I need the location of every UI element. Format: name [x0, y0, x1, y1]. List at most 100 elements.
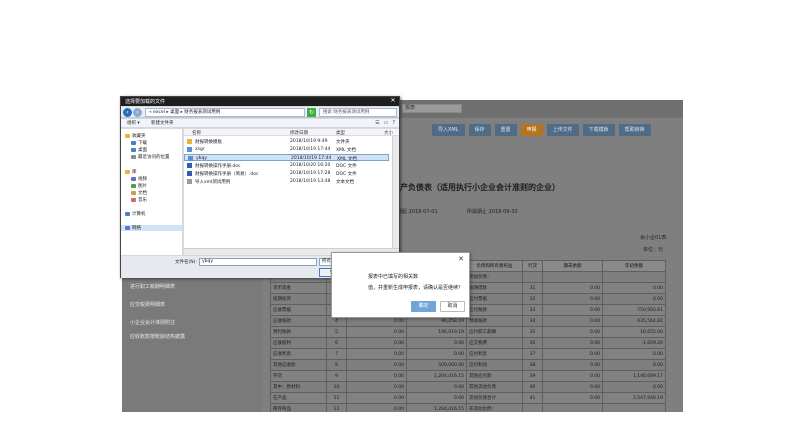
tree-item[interactable]: 网络 [121, 225, 182, 231]
amount-cell[interactable]: 0.00 [542, 392, 603, 404]
amount-cell[interactable] [602, 403, 666, 412]
amount-cell[interactable]: 106,019.19 [406, 326, 467, 338]
table-row: 预付账款 5 0.00 106,019.19 应付职工薪酬 35 0.00 16,655.00 [270, 326, 666, 338]
sidebar-item[interactable]: 应收账款按账龄结构披露 [130, 333, 185, 340]
refresh-icon[interactable]: ↻ [307, 108, 316, 117]
sidebar-item[interactable]: 进行职工薪酬明细表 [130, 283, 175, 290]
tree-item[interactable]: 文档 [131, 190, 147, 196]
table-cell: 应收账款 [270, 315, 327, 327]
close-icon[interactable]: ✕ [389, 98, 397, 105]
tree-item[interactable]: 计算机 [125, 211, 146, 217]
column-date[interactable]: 修改日期 [290, 130, 308, 136]
toolbar-button[interactable]: 下载模板 [582, 124, 615, 136]
folder-icon [131, 191, 136, 195]
amount-cell[interactable]: 0.00 [406, 348, 467, 360]
amount-cell[interactable]: 0.00 [346, 392, 407, 404]
tree-item[interactable]: 视频 [131, 176, 147, 182]
toolbar-button[interactable]: 保存 [468, 124, 491, 136]
amount-cell[interactable]: 0.00 [542, 293, 603, 305]
amount-cell[interactable]: 0.00 [602, 381, 666, 393]
address-bar[interactable]: « excel ▸ 桌面 ▸ 财务报表测试用例 [145, 108, 305, 117]
toolbar-button[interactable]: 重置 [494, 124, 517, 136]
amount-cell[interactable]: 0.00 [346, 337, 407, 349]
file-row[interactable]: 财报转换操作手册.doc 2018/10/20 16:20 DOC 文件 [184, 162, 389, 169]
amount-cell[interactable]: 0.00 [602, 282, 666, 294]
column-type[interactable]: 类型 [336, 130, 345, 136]
file-row[interactable]: xsgr 2018/10/19 17:44 XML 文档 [184, 146, 389, 153]
amount-cell[interactable]: 0.00 [406, 392, 467, 404]
amount-cell[interactable]: 0.00 [346, 359, 407, 371]
forward-arrow-icon[interactable]: › [133, 108, 142, 117]
file-row[interactable]: 导入xml测试用例 2018/10/19 13:48 文本文档 [184, 178, 389, 185]
amount-cell[interactable]: 0.00 [406, 381, 467, 393]
amount-cell[interactable]: 0.00 [346, 348, 407, 360]
preview-pane-icon[interactable]: ▭ [384, 120, 389, 126]
file-date: 2018/10/19 17:28 [290, 171, 331, 176]
confirm-cancel-button[interactable]: 取消 [440, 301, 465, 312]
file-name: 财报转换操作手册.doc [195, 164, 241, 169]
back-arrow-icon[interactable]: ‹ [123, 108, 132, 117]
amount-cell[interactable]: 0.00 [602, 359, 666, 371]
help-icon[interactable]: ? [392, 120, 395, 126]
amount-cell[interactable]: 635,564.81 [602, 315, 666, 327]
amount-cell[interactable]: 0.00 [542, 282, 603, 294]
organize-button[interactable]: 组织 ▾ [127, 120, 140, 126]
amount-cell[interactable]: 0.00 [542, 315, 603, 327]
tab-input[interactable]: 报表 [402, 104, 462, 113]
file-row[interactable]: 财报转换操作手册（简易）.doc 2018/10/19 17:28 DOC 文件 [184, 170, 389, 177]
search-input[interactable]: 搜索 财务报表测试用例 [319, 108, 397, 117]
amount-cell[interactable]: 2,547,940.19 [602, 392, 666, 404]
amount-cell[interactable]: 0.00 [542, 348, 603, 360]
amount-cell[interactable]: 1,146,699.17 [602, 370, 666, 382]
filename-label: 文件名(N): [175, 260, 197, 265]
amount-cell[interactable]: 0.00 [602, 293, 666, 305]
amount-cell[interactable]: 0.00 [542, 381, 603, 393]
toolbar-button[interactable]: 申报 [520, 124, 543, 136]
toolbar-button[interactable]: 上传文件 [546, 124, 579, 136]
amount-cell[interactable]: 0.00 [542, 370, 603, 382]
dialog-titlebar[interactable]: 选择要加载的文件 ✕ [121, 97, 399, 106]
file-row[interactable]: ybqy 2018/10/19 17:44 XML 文档 [184, 154, 389, 162]
tree-item[interactable]: 图片 [131, 183, 147, 189]
amount-cell[interactable]: 0.00 [346, 381, 407, 393]
tree-item[interactable]: 桌面 [131, 147, 147, 153]
navigation-tree: 收藏夹 下载 桌面 最近访问的位置库视频 图片 文档 音乐计算机网络 [121, 129, 183, 255]
amount-cell[interactable]: 1,204,416.15 [406, 403, 467, 412]
tree-item[interactable]: 下载 [131, 140, 147, 146]
file-row[interactable]: 财报转换模板 2018/10/19 9:49 文件夹 [184, 138, 389, 145]
table-row: 在产品 11 0.00 0.00 流动负债合计 41 0.00 2,547,940.19 [270, 392, 666, 404]
tree-item[interactable]: 收藏夹 [125, 133, 146, 139]
amount-cell[interactable]: 0.00 [346, 370, 407, 382]
close-icon[interactable]: ✕ [458, 256, 464, 263]
amount-cell[interactable]: -1,929.20 [602, 337, 666, 349]
amount-cell[interactable] [542, 403, 603, 412]
sidebar-item[interactable]: 小企业会计准则附注 [130, 319, 175, 326]
toolbar-button[interactable]: 帮助转换 [618, 124, 651, 136]
amount-cell[interactable]: 16,655.00 [602, 326, 666, 338]
vertical-scrollbar[interactable] [392, 136, 399, 248]
amount-cell[interactable] [602, 271, 666, 283]
amount-cell[interactable]: 0.00 [406, 337, 467, 349]
amount-cell[interactable]: 1,204,416.15 [406, 370, 467, 382]
new-folder-button[interactable]: 新建文件夹 [151, 120, 174, 126]
amount-cell[interactable]: 0.00 [542, 359, 603, 371]
column-name[interactable]: 名称 [192, 130, 201, 136]
amount-cell[interactable]: 0.00 [346, 403, 407, 412]
filename-input[interactable]: ybqy [199, 258, 317, 266]
confirm-ok-button[interactable]: 确定 [411, 301, 436, 312]
tree-item[interactable]: 最近访问的位置 [131, 154, 170, 160]
amount-cell[interactable]: 750,950.61 [602, 304, 666, 316]
tree-item[interactable]: 库 [125, 169, 137, 175]
tree-item[interactable]: 音乐 [131, 197, 147, 203]
view-menu-icon[interactable]: ☰ [375, 120, 379, 126]
amount-cell[interactable]: 0.00 [542, 326, 603, 338]
amount-cell[interactable]: 0.00 [542, 337, 603, 349]
amount-cell[interactable]: 500,000.00 [406, 359, 467, 371]
column-header: 行次 [522, 260, 543, 272]
sidebar-item[interactable]: 应交税费明细表 [130, 301, 165, 308]
toolbar-button[interactable]: 导入XML [432, 124, 465, 136]
amount-cell[interactable]: 0.00 [542, 304, 603, 316]
amount-cell[interactable] [542, 271, 603, 283]
amount-cell[interactable]: 0.00 [346, 326, 407, 338]
amount-cell[interactable]: 0.00 [602, 348, 666, 360]
